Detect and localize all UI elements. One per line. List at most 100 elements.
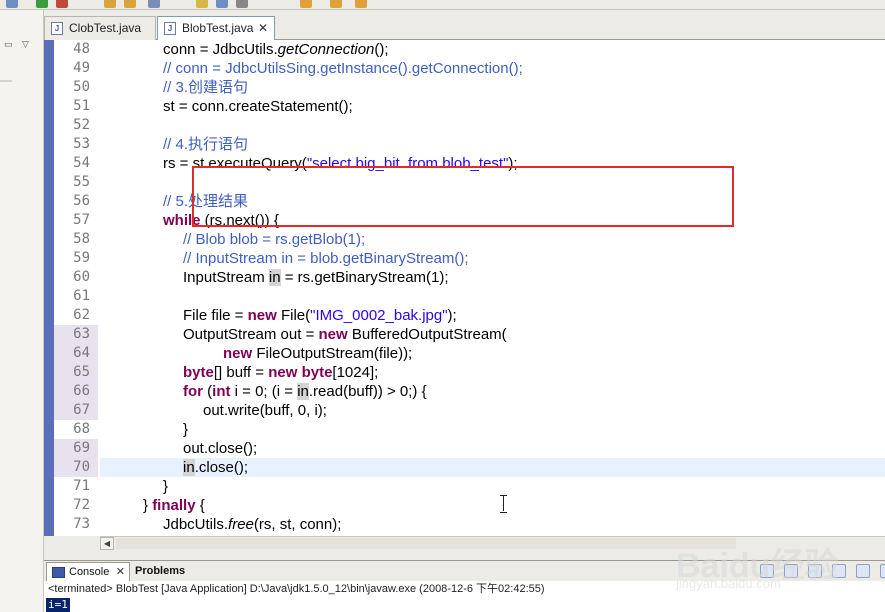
code-token: File file =: [183, 307, 248, 324]
toolbar-button[interactable]: [6, 0, 18, 8]
code-token: out.close();: [183, 440, 258, 457]
close-icon[interactable]: ✕: [116, 563, 125, 581]
line-number: 57: [73, 212, 90, 228]
back-icon[interactable]: [300, 0, 312, 8]
main-toolbar: [0, 0, 885, 10]
close-icon[interactable]: ✕: [258, 17, 268, 39]
code-token: ();: [374, 41, 389, 58]
open-type-icon[interactable]: [124, 0, 136, 8]
code-token: in: [268, 269, 281, 286]
code-token: new: [268, 364, 298, 381]
line-number: 53: [73, 136, 90, 152]
code-token: }: [183, 421, 189, 438]
code-line[interactable]: conn = JdbcUtils.getConnection();: [100, 40, 885, 59]
pen-icon[interactable]: [196, 0, 208, 8]
code-token: byte: [301, 364, 333, 381]
line-number: 55: [73, 174, 90, 190]
tab-clobtest[interactable]: J ClobTest.java: [44, 16, 156, 40]
line-number: 69: [54, 439, 98, 458]
line-number: 67: [54, 401, 98, 420]
code-token: new: [318, 326, 348, 343]
console-output[interactable]: i=1: [44, 598, 885, 612]
code-token: .close();: [194, 459, 249, 476]
code-line[interactable]: // 4.执行语句: [100, 135, 885, 154]
chevron-down-icon[interactable]: ▽: [22, 40, 32, 50]
debug-icon[interactable]: [56, 0, 68, 8]
code-token: (rs, st, conn);: [253, 516, 342, 533]
code-line[interactable]: InputStream in = rs.getBinaryStream(1);: [100, 268, 885, 287]
minimize-icon[interactable]: ▭: [4, 40, 14, 50]
code-line[interactable]: [100, 287, 885, 306]
text-cursor-icon: [500, 495, 508, 513]
line-number: 65: [54, 363, 98, 382]
code-line[interactable]: byte[] buff = new byte[1024];: [100, 363, 885, 382]
line-number: 59: [73, 250, 90, 266]
tab-problems[interactable]: Problems: [132, 562, 192, 582]
code-line[interactable]: } finally {: [100, 496, 885, 515]
tab-blobtest[interactable]: J BlobTest.java ✕: [157, 16, 275, 40]
code-token: {: [195, 497, 205, 514]
code-token: // InputStream in = blob.getBinaryStream…: [183, 250, 469, 267]
line-number: 50: [73, 79, 90, 95]
line-number: 54: [73, 155, 90, 171]
search-icon[interactable]: [148, 0, 160, 8]
scroll-left-icon[interactable]: ◀: [100, 537, 114, 550]
java-file-icon: J: [51, 22, 63, 35]
line-number: 56: [73, 193, 90, 209]
toolbar-button[interactable]: [236, 0, 248, 8]
tab-console[interactable]: Console ✕: [46, 562, 130, 582]
code-token: // conn = JdbcUtilsSing.getInstance().ge…: [163, 60, 523, 77]
code-token: = rs.getBinaryStream(1);: [280, 269, 449, 286]
code-token: getConnection: [277, 41, 375, 58]
code-token: conn = JdbcUtils.: [163, 41, 278, 58]
code-line[interactable]: // 3.创建语句: [100, 78, 885, 97]
code-token: JdbcUtils.: [163, 516, 229, 533]
line-number: 68: [73, 421, 90, 437]
code-line[interactable]: File file = new File("IMG_0002_bak.jpg")…: [100, 306, 885, 325]
line-number: 64: [54, 344, 98, 363]
console-icon: [52, 567, 65, 578]
nav-icon[interactable]: [355, 0, 367, 8]
code-token: finally: [152, 497, 196, 514]
code-token: File(: [276, 307, 311, 324]
line-number: 72: [73, 497, 90, 513]
line-number-ruler: 48 49 50 51 52 53 54 55 56 57 58 59 60 61 62 63 64 65 66 67…: [54, 40, 98, 536]
code-token: free: [228, 516, 254, 533]
code-token: new: [223, 345, 253, 362]
line-number: 52: [73, 117, 90, 133]
run-icon[interactable]: [36, 0, 48, 8]
code-line[interactable]: OutputStream out = new BufferedOutputStr…: [100, 325, 885, 344]
line-number: 58: [73, 231, 90, 247]
line-number: 71: [73, 478, 90, 494]
code-line[interactable]: st = conn.createStatement();: [100, 97, 885, 116]
java-file-icon: J: [164, 22, 176, 35]
scrollbar-thumb[interactable]: [116, 538, 736, 549]
code-token: .read(buff)) > 0;) {: [308, 383, 427, 400]
tab-label: BlobTest.java: [182, 21, 254, 35]
code-line[interactable]: // InputStream in = blob.getBinaryStream…: [100, 249, 885, 268]
code-line[interactable]: [100, 116, 885, 135]
editor-tab-bar: J ClobTest.java J BlobTest.java ✕: [44, 14, 885, 40]
annotation-icon[interactable]: [216, 0, 228, 8]
code-line[interactable]: new FileOutputStream(file));: [100, 344, 885, 363]
code-line[interactable]: }: [100, 477, 885, 496]
code-line[interactable]: in.close();: [100, 458, 885, 477]
code-line[interactable]: // Blob blob = rs.getBlob(1);: [100, 230, 885, 249]
code-line[interactable]: out.write(buff, 0, i);: [100, 401, 885, 420]
code-editor[interactable]: 48 49 50 51 52 53 54 55 56 57 58 59 60 61 62 63 64 65 66 67…: [44, 40, 885, 536]
code-line[interactable]: out.close();: [100, 439, 885, 458]
overview-ruler: [44, 40, 54, 536]
line-number: 62: [73, 307, 90, 323]
open-folder-icon[interactable]: [104, 0, 116, 8]
line-number: 49: [73, 60, 90, 76]
line-number: 63: [54, 325, 98, 344]
code-line[interactable]: // conn = JdbcUtilsSing.getInstance().ge…: [100, 59, 885, 78]
highlight-box: [192, 166, 734, 227]
sash[interactable]: [0, 80, 12, 82]
code-line[interactable]: for (int i = 0; (i = in.read(buff)) > 0;…: [100, 382, 885, 401]
code-token: "IMG_0002_bak.jpg": [310, 307, 448, 324]
forward-icon[interactable]: [330, 0, 342, 8]
code-text-area[interactable]: conn = JdbcUtils.getConnection();// conn…: [100, 40, 885, 536]
code-line[interactable]: }: [100, 420, 885, 439]
code-token: [1024];: [332, 364, 379, 381]
